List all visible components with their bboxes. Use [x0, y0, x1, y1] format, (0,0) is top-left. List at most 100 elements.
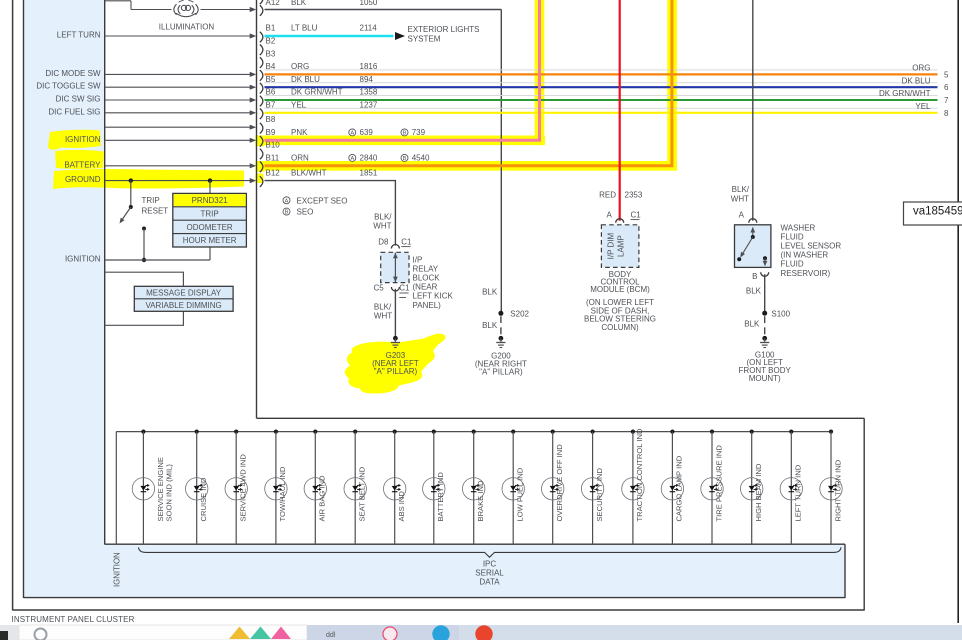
svg-text:WHT: WHT — [731, 194, 749, 203]
svg-text:SYSTEM: SYSTEM — [408, 34, 441, 43]
svg-text:RIGHT TURN IND: RIGHT TURN IND — [833, 459, 842, 521]
svg-text:A: A — [350, 156, 354, 162]
svg-text:SOON IND (MIL): SOON IND (MIL) — [165, 464, 174, 522]
svg-text:ddl: ddl — [326, 632, 336, 639]
svg-text:WASHER: WASHER — [781, 223, 816, 232]
svg-text:SEAT BELT IND: SEAT BELT IND — [358, 466, 367, 521]
svg-text:IPC: IPC — [483, 559, 497, 568]
svg-text:RED: RED — [599, 190, 616, 199]
svg-text:7: 7 — [944, 96, 949, 105]
svg-text:IGNITION: IGNITION — [65, 135, 101, 144]
svg-text:ORN: ORN — [291, 154, 309, 163]
svg-text:GROUND: GROUND — [65, 175, 101, 184]
svg-text:I/P DIM: I/P DIM — [607, 233, 616, 260]
svg-text:BATTERY: BATTERY — [64, 160, 101, 169]
svg-text:639: 639 — [360, 128, 374, 137]
svg-text:2840: 2840 — [360, 154, 378, 163]
svg-text:DK GRN/WHT: DK GRN/WHT — [879, 89, 931, 98]
svg-text:BLOCK: BLOCK — [413, 274, 441, 283]
svg-text:1050: 1050 — [360, 0, 378, 7]
svg-text:B8: B8 — [266, 115, 276, 124]
svg-text:DIC FUEL SIG: DIC FUEL SIG — [48, 107, 100, 116]
svg-text:D8: D8 — [378, 238, 389, 247]
svg-text:IGNITION: IGNITION — [65, 255, 101, 264]
svg-text:ILLUMINATION: ILLUMINATION — [159, 22, 215, 31]
svg-text:MOUNT): MOUNT) — [749, 374, 781, 383]
svg-text:(IN WASHER: (IN WASHER — [781, 251, 829, 260]
svg-text:BLK: BLK — [744, 319, 760, 328]
svg-text:B1: B1 — [266, 24, 276, 33]
svg-text:VARIABLE DIMMING: VARIABLE DIMMING — [145, 301, 221, 310]
svg-text:ODOMETER: ODOMETER — [186, 223, 232, 232]
svg-text:C5: C5 — [373, 284, 384, 293]
svg-text:va185459: va185459 — [913, 206, 962, 218]
svg-text:1851: 1851 — [360, 168, 378, 177]
svg-text:A: A — [350, 130, 354, 136]
svg-text:BLK: BLK — [482, 287, 498, 296]
svg-text:C1: C1 — [399, 284, 410, 293]
svg-text:TRIP: TRIP — [142, 196, 160, 205]
svg-text:EXCEPT SEO: EXCEPT SEO — [297, 196, 348, 205]
svg-text:S202: S202 — [510, 310, 529, 319]
svg-text:DATA: DATA — [479, 578, 500, 587]
svg-text:A: A — [739, 211, 745, 220]
svg-text:TOW/HAUL IND: TOW/HAUL IND — [278, 466, 287, 521]
svg-text:B: B — [403, 156, 407, 162]
svg-text:A: A — [285, 198, 289, 204]
svg-text:B9: B9 — [266, 128, 276, 137]
svg-text:FLUID: FLUID — [781, 232, 804, 241]
svg-text:SECURITY IND: SECURITY IND — [595, 468, 604, 522]
svg-text:2353: 2353 — [625, 190, 643, 199]
svg-text:LEFT KICK: LEFT KICK — [413, 292, 454, 301]
svg-text:PNK: PNK — [291, 128, 308, 137]
svg-text:OVERDRIVE OFF IND: OVERDRIVE OFF IND — [555, 444, 564, 522]
svg-text:RELAY: RELAY — [413, 264, 439, 273]
svg-text:INSTRUMENT PANEL CLUSTER: INSTRUMENT PANEL CLUSTER — [12, 615, 135, 624]
svg-text:LAMP: LAMP — [617, 235, 626, 257]
svg-text:TRIP: TRIP — [200, 209, 218, 218]
svg-text:"A" PILLAR): "A" PILLAR) — [374, 367, 418, 376]
svg-text:RESET: RESET — [142, 207, 169, 216]
svg-text:IGNITION: IGNITION — [113, 552, 122, 587]
svg-text:BLK/: BLK/ — [732, 185, 750, 194]
svg-text:WHT: WHT — [373, 222, 391, 231]
svg-text:BLK: BLK — [746, 287, 762, 296]
svg-text:5: 5 — [944, 70, 949, 79]
svg-text:ABS IND: ABS IND — [397, 491, 406, 522]
svg-text:LEFT TURN IND: LEFT TURN IND — [794, 464, 803, 521]
svg-text:BLK/: BLK/ — [374, 212, 392, 221]
svg-text:LT BLU: LT BLU — [291, 24, 318, 33]
svg-text:DIC SW SIG: DIC SW SIG — [56, 95, 101, 104]
svg-text:MESSAGE DISPLAY: MESSAGE DISPLAY — [146, 289, 222, 298]
svg-text:ORG: ORG — [912, 64, 930, 73]
svg-text:A12: A12 — [266, 0, 281, 7]
svg-text:BLK: BLK — [291, 0, 307, 7]
svg-text:B3: B3 — [266, 49, 276, 58]
svg-text:CRUISE IND: CRUISE IND — [199, 477, 208, 521]
svg-text:HOUR METER: HOUR METER — [183, 236, 237, 245]
svg-text:PANEL): PANEL) — [413, 301, 442, 310]
svg-text:B2: B2 — [266, 37, 276, 46]
svg-text:LEVEL SENSOR: LEVEL SENSOR — [781, 242, 842, 251]
svg-text:EXTERIOR LIGHTS: EXTERIOR LIGHTS — [408, 25, 480, 34]
svg-text:BRAKE IND: BRAKE IND — [476, 480, 485, 521]
svg-text:SEO: SEO — [297, 208, 314, 217]
svg-text:TIRE PRESSURE IND: TIRE PRESSURE IND — [714, 445, 723, 522]
svg-text:LEFT TURN: LEFT TURN — [57, 31, 101, 40]
svg-text:DIC TOGGLE SW: DIC TOGGLE SW — [36, 82, 101, 91]
svg-text:CARGO LAMP IND: CARGO LAMP IND — [675, 455, 684, 521]
svg-text:C1: C1 — [401, 238, 412, 247]
svg-text:"A" PILLAR): "A" PILLAR) — [479, 368, 523, 377]
svg-text:B: B — [752, 272, 757, 281]
svg-text:(NEAR: (NEAR — [413, 283, 438, 292]
svg-text:2114: 2114 — [360, 24, 378, 33]
svg-text:TRACTION CONTROL IND: TRACTION CONTROL IND — [635, 428, 644, 521]
svg-text:COLUMN): COLUMN) — [601, 323, 639, 332]
svg-text:4540: 4540 — [412, 154, 430, 163]
svg-text:DIC MODE SW: DIC MODE SW — [45, 69, 101, 78]
svg-text:B: B — [285, 210, 289, 216]
svg-text:RESERVOIR): RESERVOIR) — [781, 269, 831, 278]
svg-text:PRND321: PRND321 — [192, 196, 229, 205]
svg-text:SERVICE ENGINE: SERVICE ENGINE — [156, 457, 165, 521]
svg-text:BLK/WHT: BLK/WHT — [291, 168, 327, 177]
